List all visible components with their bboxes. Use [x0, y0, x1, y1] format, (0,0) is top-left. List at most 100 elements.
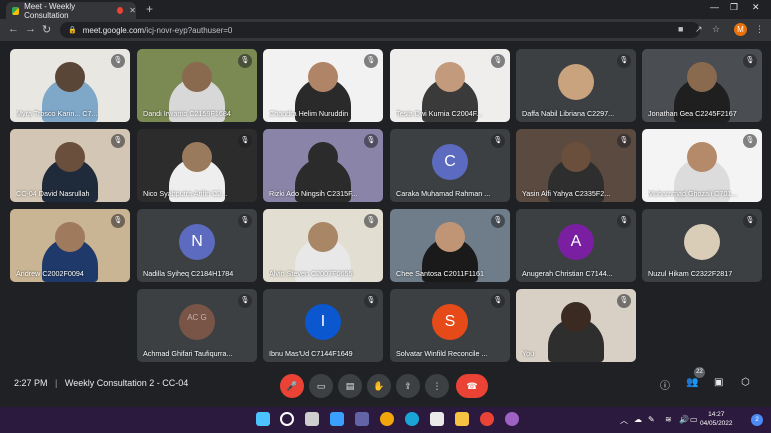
edge-icon[interactable]: [405, 412, 419, 426]
tray-chevron-icon[interactable]: ︿: [620, 415, 628, 426]
participant-tile[interactable]: N 🎙 Nadilla Syiheq C2184H1784: [137, 209, 257, 282]
participant-tile[interactable]: 🎙 Tesia Dwi Kurnia C2004F...: [390, 49, 510, 122]
participant-tile[interactable]: 🎙 Chee Santosa C2011F1161: [390, 209, 510, 282]
browser-menu-icon[interactable]: ⋮: [755, 24, 764, 35]
present-button[interactable]: ⇪: [396, 374, 420, 398]
participant-video-head: [182, 62, 212, 92]
start-icon[interactable]: [256, 412, 270, 426]
back-arrow-icon[interactable]: ←: [8, 23, 19, 35]
teams-icon[interactable]: [355, 412, 369, 426]
chrome-icon[interactable]: [380, 412, 394, 426]
activities-icon[interactable]: ⬡: [741, 377, 750, 388]
participant-tile[interactable]: 🎙 Andrew C2002F0094: [10, 209, 130, 282]
participant-name: CC-04 David Nasrullah: [16, 189, 90, 198]
url-path: /icj-novr-eyp?authuser=0: [144, 25, 233, 35]
url-input[interactable]: 🔒 meet.google.com /icj-novr-eyp?authuser…: [60, 22, 700, 38]
profile-avatar[interactable]: M: [734, 23, 747, 36]
battery-icon[interactable]: ▭: [690, 415, 698, 424]
participant-tile[interactable]: A 🎙 Anugerah Christian C7144...: [516, 209, 636, 282]
browser-tab[interactable]: Meet - Weekly Consultation ✕: [6, 2, 136, 20]
participant-avatar-photo: [684, 223, 720, 260]
participant-video-head: [308, 222, 338, 252]
participant-tile[interactable]: 🎙 Yasin Alfi Yahya C2335F2...: [516, 129, 636, 202]
widgets-icon[interactable]: [330, 412, 344, 426]
participant-tile[interactable]: 🎙 Daffa Nabil Libriana C2297...: [516, 49, 636, 122]
participant-name: Rizki Ado Ningsih C2315F...: [269, 189, 358, 198]
cloud-icon[interactable]: ☁: [634, 415, 642, 424]
maximize-icon[interactable]: ❐: [730, 2, 738, 13]
participant-name: Dandi Irwanto C2159F1684: [143, 109, 231, 118]
forward-arrow-icon[interactable]: →: [25, 23, 36, 35]
participant-video-head: [561, 142, 591, 172]
mic-muted-icon: 🎙: [111, 54, 125, 68]
participant-video-head: [308, 62, 338, 92]
participant-video-head: [182, 142, 212, 172]
meeting-time: 2:27 PM: [14, 378, 48, 388]
participant-tile[interactable]: I 🎙 Ibnu Mas'Ud C7144F1649: [263, 289, 383, 362]
leave-call-button[interactable]: ☎: [456, 374, 488, 398]
close-window-icon[interactable]: ✕: [752, 2, 760, 13]
participant-avatar-photo: [558, 63, 594, 100]
participant-name: Tesia Dwi Kurnia C2004F...: [396, 109, 483, 118]
people-icon[interactable]: 👥: [686, 377, 698, 388]
mic-muted-icon: 🎙: [617, 134, 631, 148]
participant-name: Solvatar Winfild Reconcile ...: [396, 349, 488, 358]
participant-video-head: [435, 62, 465, 92]
participant-tile[interactable]: 🎙 Rizki Ado Ningsih C2315F...: [263, 129, 383, 202]
captions-button[interactable]: ▤: [338, 374, 362, 398]
mic-muted-icon: 🎙: [111, 214, 125, 228]
participant-tile[interactable]: 🎙 Myra Trosco Karin... C7...: [10, 49, 130, 122]
search-icon[interactable]: [280, 412, 294, 426]
participant-tile[interactable]: 🎙 Chandra Helim Nuruddin: [263, 49, 383, 122]
more-options-button[interactable]: ⋮: [425, 374, 449, 398]
wifi-icon[interactable]: ≋: [665, 415, 672, 424]
mic-muted-icon: 🎙: [364, 214, 378, 228]
participant-tile[interactable]: 🎙 Dandi Irwanto C2159F1684: [137, 49, 257, 122]
taskbar-time: 14:27: [708, 411, 725, 418]
participant-name: Jonathan Gea C2245F2167: [648, 109, 737, 118]
notification-badge[interactable]: 2: [751, 414, 763, 426]
chat-icon[interactable]: ▣: [714, 377, 723, 388]
camera-button[interactable]: ▭: [309, 374, 333, 398]
info-icon[interactable]: ⓘ: [660, 377, 670, 392]
lock-icon: 🔒: [68, 27, 77, 34]
browser-titlebar: Meet - Weekly Consultation ✕ + — ❐ ✕: [0, 0, 771, 20]
camera-icon[interactable]: ■: [678, 24, 683, 34]
task-view-icon[interactable]: [305, 412, 319, 426]
participant-tile[interactable]: 🎙 Jonathan Gea C2245F2167: [642, 49, 762, 122]
reload-icon[interactable]: ↻: [42, 23, 51, 36]
participant-tile[interactable]: C 🎙 Caraka Muhamad Rahman ...: [390, 129, 510, 202]
new-tab-button[interactable]: +: [146, 2, 153, 16]
participant-tile[interactable]: 🎙 Muhammad Ghozali C701...: [642, 129, 762, 202]
participant-tile[interactable]: S 🎙 Solvatar Winfild Reconcile ...: [390, 289, 510, 362]
mic-muted-icon: 🎙: [617, 294, 631, 308]
raise-hand-button[interactable]: ✋: [367, 374, 391, 398]
participant-tile[interactable]: 🎙 Nuzul Hikam C2322F2817: [642, 209, 762, 282]
meet-favicon-icon: [12, 6, 20, 15]
app-icon[interactable]: [505, 412, 519, 426]
mic-muted-icon: 🎙: [238, 54, 252, 68]
participant-avatar: C: [432, 143, 468, 180]
bookmark-star-icon[interactable]: ☆: [712, 24, 720, 35]
pen-icon[interactable]: ✎: [648, 415, 655, 424]
mic-muted-icon: 🎙: [617, 214, 631, 228]
mic-muted-icon: 🎙: [491, 294, 505, 308]
volume-icon[interactable]: 🔊: [679, 415, 689, 424]
participant-tile[interactable]: 🎙 Nico Syahputra Arifin C2...: [137, 129, 257, 202]
taskbar-clock[interactable]: 14:27 04/05/2022: [700, 410, 733, 428]
close-tab-icon[interactable]: ✕: [129, 6, 136, 15]
mic-off-button[interactable]: 🎤: [280, 374, 304, 398]
participant-tile[interactable]: 🎙 Alvin Steven C2007F0655: [263, 209, 383, 282]
participant-tile[interactable]: AC G 🎙 Achmad Ghifari Taufiqurra...: [137, 289, 257, 362]
participant-tile[interactable]: 🎙 CC-04 David Nasrullah: [10, 129, 130, 202]
participant-tile[interactable]: 🎙 You: [516, 289, 636, 362]
windows-taskbar: ︿ ☁ ✎ ≋ 🔊 ▭ 14:27 04/05/2022 2: [0, 407, 771, 433]
chrome-active-icon[interactable]: [480, 412, 494, 426]
store-icon[interactable]: [430, 412, 444, 426]
file-explorer-icon[interactable]: [455, 412, 469, 426]
participant-name: Andrew C2002F0094: [16, 269, 84, 278]
participant-name: Chee Santosa C2011F1161: [396, 269, 485, 278]
share-icon[interactable]: ↗: [695, 24, 703, 35]
minimize-icon[interactable]: —: [710, 2, 719, 12]
meeting-separator: |: [55, 378, 58, 388]
